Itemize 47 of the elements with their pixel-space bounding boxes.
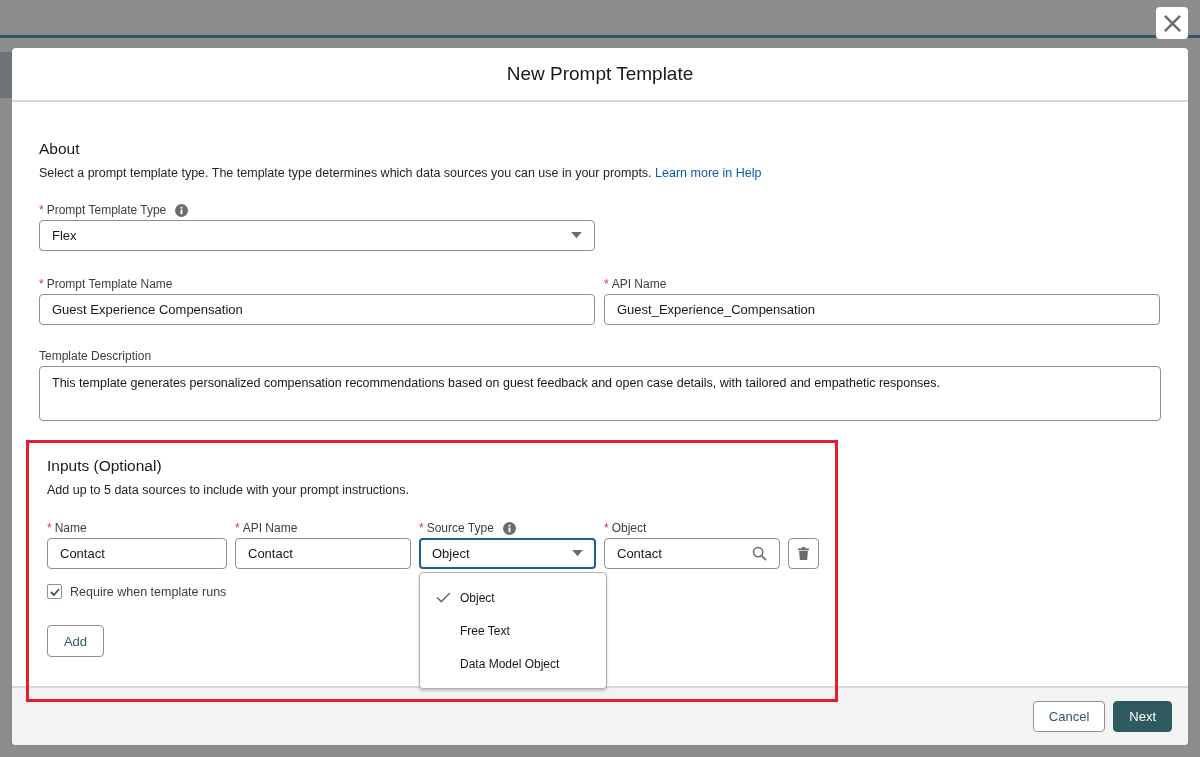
- field-label: API Name: [611, 277, 667, 291]
- required-asterisk: *: [39, 277, 44, 291]
- input-field[interactable]: Contact: [47, 538, 227, 569]
- section-heading: About: [39, 140, 81, 158]
- checkbox-label: Require when template runs: [70, 584, 227, 599]
- trash-icon: [798, 547, 809, 560]
- close-button[interactable]: [1156, 7, 1188, 39]
- add-button[interactable]: Add: [47, 625, 104, 657]
- close-icon: [1162, 13, 1182, 33]
- required-asterisk: *: [47, 521, 52, 535]
- required-asterisk: *: [235, 521, 240, 535]
- search-icon: [752, 546, 767, 561]
- backdrop-panel: [0, 52, 12, 98]
- section-description: Select a prompt template type. The template type determines which data sources you can use in your prompts. Learn more in Help: [39, 166, 763, 180]
- field-label: Name: [54, 521, 87, 535]
- description-textarea[interactable]: This template generates personalized compensation recommendations based on guest feedback and open case details, with tailored and empathetic responses.: [39, 366, 1161, 421]
- checkbox[interactable]: [47, 584, 62, 599]
- required-asterisk: *: [604, 521, 609, 535]
- menu-option[interactable]: Free Text: [420, 614, 606, 647]
- field-label: Template Description: [39, 349, 152, 363]
- field-label: API Name: [242, 521, 298, 535]
- required-asterisk: *: [39, 203, 44, 217]
- section-description: Add up to 5 data sources to include with your prompt instructions.: [47, 483, 410, 497]
- modal-title: New Prompt Template: [506, 63, 694, 85]
- section-heading: Inputs (Optional): [47, 457, 163, 475]
- required-asterisk: *: [419, 521, 424, 535]
- menu-option[interactable]: Object: [420, 581, 606, 614]
- info-icon[interactable]: [175, 203, 189, 217]
- help-link[interactable]: Learn more in Help: [655, 166, 762, 180]
- template-type-select[interactable]: Flex: [39, 220, 595, 251]
- menu-option[interactable]: Data Model Object: [420, 647, 606, 680]
- field-label: Source Type: [426, 521, 494, 535]
- field-label: Prompt Template Name: [46, 277, 173, 291]
- object-lookup-field[interactable]: Contact: [604, 538, 780, 569]
- caret-icon: [571, 232, 582, 239]
- source-type-select[interactable]: Object: [419, 538, 596, 569]
- input-field[interactable]: Guest Experience Compensation: [39, 294, 595, 325]
- input-field[interactable]: Guest_Experience_Compensation: [604, 294, 1160, 325]
- info-icon[interactable]: [502, 521, 516, 535]
- input-field[interactable]: Contact: [235, 538, 411, 569]
- caret-icon: [572, 550, 583, 557]
- next-button[interactable]: Next: [1113, 701, 1172, 732]
- field-label: Prompt Template Type: [46, 203, 167, 217]
- required-asterisk: *: [604, 277, 609, 291]
- delete-button[interactable]: [788, 538, 819, 569]
- cancel-button[interactable]: Cancel: [1032, 701, 1106, 732]
- field-label: Object: [611, 521, 647, 535]
